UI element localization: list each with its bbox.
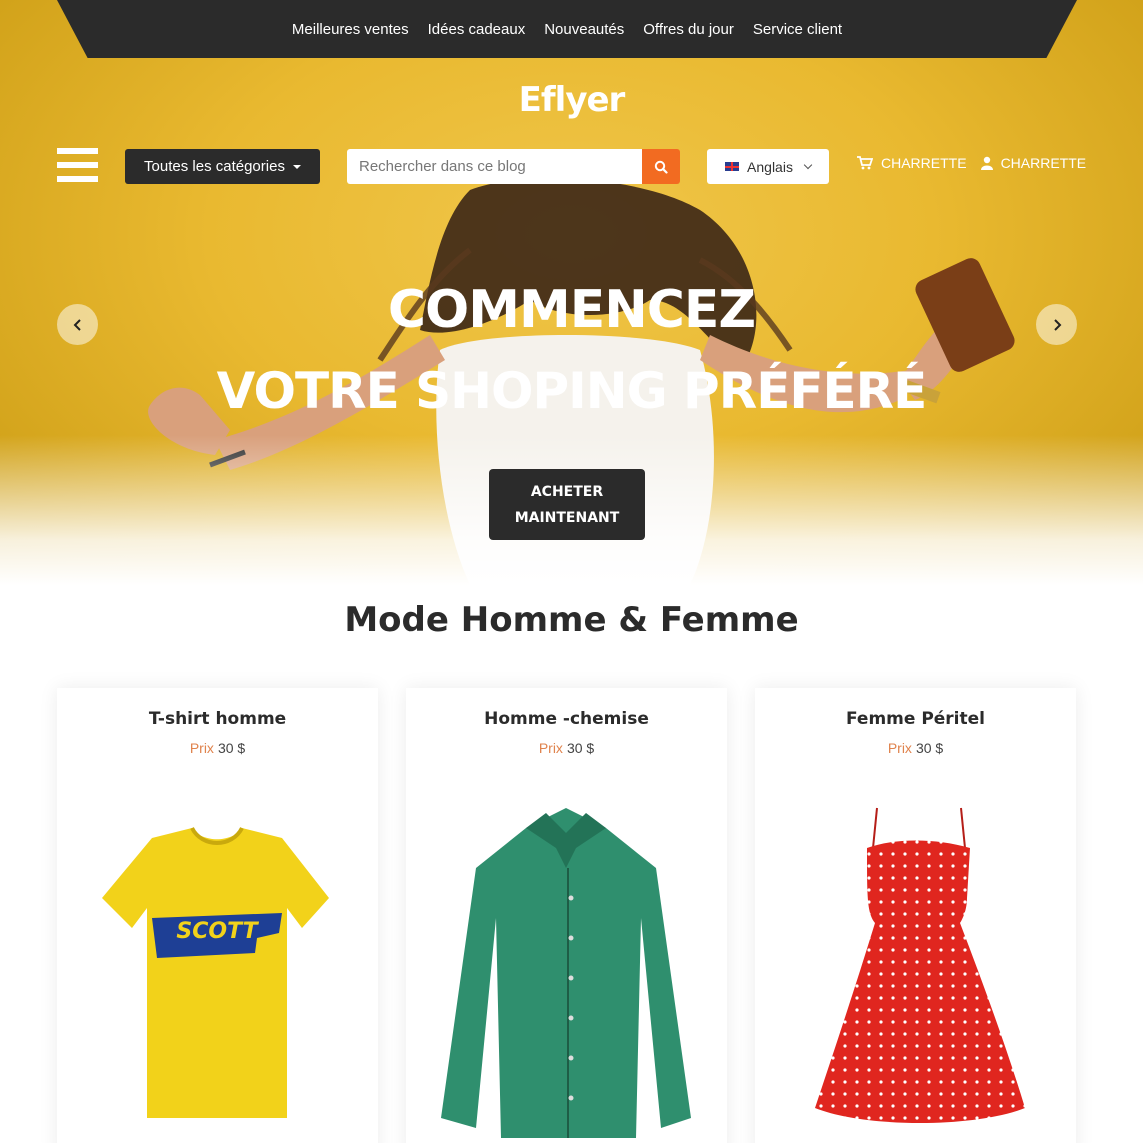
caret-down-icon <box>292 164 301 169</box>
price-label: Prix <box>887 740 912 756</box>
nav-best-sellers[interactable]: Meilleures ventes <box>292 21 409 38</box>
search-icon <box>654 160 668 174</box>
product-card[interactable]: T-shirt homme Prix 30 $ SCOTT <box>57 688 378 1143</box>
categories-dropdown[interactable]: Toutes les catégories <box>125 149 320 184</box>
yellow-tshirt-image: SCOTT <box>102 826 329 1118</box>
price-value: 30 $ <box>915 740 944 756</box>
search-bar <box>347 149 680 184</box>
price-label: Prix <box>189 740 214 756</box>
product-card[interactable]: Homme -chemise Prix 30 $ <box>406 688 727 1143</box>
user-icon <box>980 156 993 170</box>
product-name: Femme Péritel <box>845 709 985 729</box>
green-shirt-image <box>441 808 691 1138</box>
chevron-down-icon <box>803 160 813 169</box>
language-label: Anglais <box>747 158 793 175</box>
price-label: Prix <box>538 740 563 756</box>
search-button[interactable] <box>642 149 680 184</box>
product-name: T-shirt homme <box>148 709 287 729</box>
account-link[interactable]: CHARRETTE <box>1001 155 1087 171</box>
section-title: Mode Homme & Femme <box>344 600 799 640</box>
product-price: Prix 30 $ <box>406 740 727 756</box>
hero-headline-line1: COMMENCEZ <box>387 280 756 340</box>
shop-now-button[interactable]: ACHETER MAINTENANT <box>489 469 645 540</box>
hero-headline-line2: VOTRE SHOPING PRÉFÉRÉ <box>216 362 928 420</box>
nav-new-arrivals[interactable]: Nouveautés <box>544 21 624 38</box>
search-input[interactable] <box>347 149 642 184</box>
menu-icon[interactable] <box>57 148 98 183</box>
cart-link[interactable]: CHARRETTE <box>881 155 967 171</box>
price-value: 30 $ <box>566 740 595 756</box>
top-navigation: Meilleures ventes Idées cadeaux Nouveaut… <box>57 0 1077 58</box>
cart-icon <box>857 156 873 170</box>
language-selector[interactable]: Anglais <box>707 149 829 184</box>
product-price: Prix 30 $ <box>57 740 378 756</box>
header-links: CHARRETTE CHARRETTE <box>857 155 1092 171</box>
product-name: Homme -chemise <box>484 709 649 729</box>
red-dress-image <box>815 807 1025 1123</box>
product-price: Prix 30 $ <box>755 740 1076 756</box>
nav-daily-deals[interactable]: Offres du jour <box>643 21 734 38</box>
product-card[interactable]: Femme Péritel Prix 30 $ <box>755 688 1076 1143</box>
nav-customer-service[interactable]: Service client <box>753 21 842 38</box>
categories-label: Toutes les catégories <box>144 158 285 175</box>
price-value: 30 $ <box>217 740 246 756</box>
site-logo[interactable]: Eflyer <box>0 80 1143 120</box>
flag-icon <box>725 162 740 171</box>
svg-text:SCOTT: SCOTT <box>176 919 259 944</box>
nav-gift-ideas[interactable]: Idées cadeaux <box>428 21 526 38</box>
